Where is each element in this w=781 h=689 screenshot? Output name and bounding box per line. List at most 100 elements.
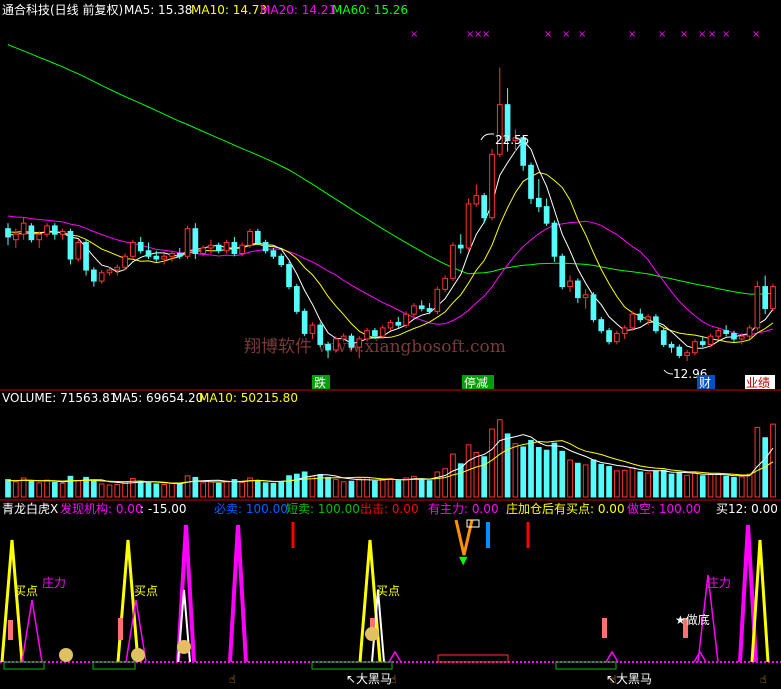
high-price-label: 22.55 [495,133,529,147]
candle-body-up [340,335,347,340]
volume-bar [418,479,425,498]
candle [590,292,597,323]
signal-block [8,620,13,640]
dark-horse-label-2: ↖大黑马 [606,672,652,686]
marker-finance: 财 [699,376,711,390]
candle [333,336,339,353]
volume-bar [535,447,542,498]
volume-bar [75,480,82,498]
candle [293,283,300,315]
volume-bar [676,472,683,498]
candle [660,327,667,348]
candle-body-down [551,222,558,257]
volume-bar [668,473,675,498]
candle-body-up [411,305,417,315]
candle-body-down [286,264,292,288]
volume-bar [590,459,597,498]
candle-body-down [528,164,534,199]
smiley-icon [177,640,191,654]
ma5-readout: MA5: 15.38 [124,3,192,17]
candle-body-down [653,316,659,332]
buy-point-label-3: 买点 [376,584,400,598]
volume-bar [215,482,222,498]
candle-body-down [637,313,644,321]
candle [606,327,612,345]
volume-bar [699,475,706,498]
candle-body-up [684,352,690,356]
candle [192,223,199,260]
volume-bar [754,426,761,498]
smiley-icon [131,648,145,662]
ma20-readout: MA20: 14.21 [260,3,336,17]
candle-body-down [231,241,238,254]
volume-bar [67,475,74,498]
top-cross-mark: × [544,29,552,40]
volume-bar [738,476,745,498]
main-force-label-2: 庄力 [707,575,731,590]
candle-body-up [247,230,253,246]
volume-bar [379,479,386,498]
volume-ma10: MA10: 50215.80 [199,391,298,405]
candle-body-down [660,330,667,345]
candle-body-down [301,310,308,334]
candle-body-up [333,338,339,351]
candle [770,283,776,312]
volume-bar [200,482,206,498]
candle-body-up [356,338,363,348]
marker-fall: 跌 [314,375,326,390]
volume-bar [28,480,35,498]
candle-body-up [489,153,495,219]
candle-body-down [481,195,488,219]
candle [653,314,659,334]
candle-body-down [457,244,464,249]
candle-body-up [98,272,105,282]
volume-bar [598,463,605,498]
candle-body-down [145,250,152,257]
volume-bar [489,428,495,498]
volume-bar [559,450,566,498]
volume-bar [582,464,589,498]
candle-body-up [161,255,167,260]
hand-icon: ☝ [760,673,767,686]
candle [598,316,605,334]
candle-body-up [106,269,113,274]
volume-bar [239,481,246,498]
candle-body-down [418,305,425,310]
candle-body-down [254,230,261,243]
candle [130,239,136,260]
candle-body-up [20,222,27,235]
candle-body-down [278,255,285,266]
volume-bar [528,439,534,498]
volume-bar [692,472,698,498]
top-cross-mark: × [658,29,666,40]
top-cross-mark: × [482,29,490,40]
volume-bar [746,473,753,498]
candle-body-down [176,252,183,257]
volume-bar [333,479,339,498]
volume-bar [286,475,292,498]
candle-body-up [200,247,206,254]
candle-body-up [239,244,246,254]
candle-body-up [473,195,480,205]
volume-bar [122,481,128,498]
candle-body-up [75,241,82,260]
volume-bar [59,482,66,498]
candle-body-down [668,343,675,348]
candle-body-down [293,286,300,312]
candle-body-up [130,241,136,257]
candle-body-up [614,332,620,343]
candle-body-up [387,321,394,329]
ma60-readout: MA60: 15.26 [332,3,408,17]
volume-bar [5,479,11,498]
candle-body-up [707,335,714,345]
candle-body-down [426,308,433,312]
candle-body-up [379,327,386,337]
volume-bar [145,482,152,498]
stock-title: 通合科技(日线 前复权) [2,2,123,17]
top-cross-mark: × [708,29,716,40]
top-cross-mark: × [680,29,688,40]
candle-body-down [270,250,277,257]
volume-bar [293,473,300,498]
volume-bar [309,475,316,498]
candle-body-down [28,225,35,241]
